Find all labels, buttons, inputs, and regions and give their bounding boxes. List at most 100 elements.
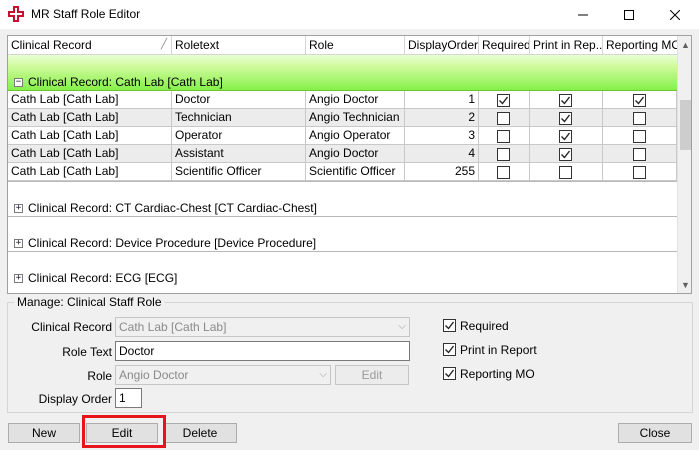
- delete-button[interactable]: Delete: [163, 423, 237, 443]
- print-in-report-label: Print in Report: [460, 343, 537, 357]
- table-row[interactable]: Cath Lab [Cath Lab] Operator Angio Operato…: [8, 127, 677, 145]
- reporting-mo-label: Reporting MO: [460, 367, 535, 381]
- scroll-down-icon[interactable]: ▼: [678, 276, 691, 293]
- check-icon: [499, 96, 509, 105]
- expand-icon[interactable]: +: [14, 204, 23, 213]
- cell-role[interactable]: Angio Doctor: [306, 91, 405, 108]
- minimize-button[interactable]: [560, 0, 606, 29]
- required-checkbox[interactable]: [443, 319, 456, 332]
- print-in-report-cell-checkbox[interactable]: [559, 148, 572, 161]
- clinical-record-label: Clinical Record: [31, 320, 112, 334]
- cell-roletext[interactable]: Doctor: [172, 91, 306, 108]
- cell-record[interactable]: Cath Lab [Cath Lab]: [8, 91, 172, 108]
- required-cell-checkbox[interactable]: [497, 112, 510, 125]
- role-label: Role: [87, 369, 112, 383]
- medical-cross-icon: [8, 6, 24, 22]
- check-icon: [635, 96, 645, 105]
- cell-record[interactable]: Cath Lab [Cath Lab]: [8, 163, 172, 180]
- check-icon: [445, 345, 455, 354]
- print-in-report-cell-checkbox[interactable]: [559, 112, 572, 125]
- column-header-role[interactable]: Role: [306, 36, 405, 55]
- window-title: MR Staff Role Editor: [31, 7, 141, 21]
- group-header-collapsed[interactable]: + Clinical Record: Device Procedure [Dev…: [8, 216, 677, 251]
- required-cell-checkbox[interactable]: [497, 94, 510, 107]
- table-row[interactable]: Cath Lab [Cath Lab] Doctor Angio Doctor 1: [8, 91, 677, 109]
- column-header-clinical-record[interactable]: Clinical Record ╱: [8, 36, 172, 55]
- print-in-report-checkbox[interactable]: [443, 343, 456, 356]
- new-button[interactable]: New: [8, 423, 80, 443]
- collapse-icon[interactable]: −: [14, 78, 23, 87]
- reporting-mo-checkbox[interactable]: [443, 367, 456, 380]
- print-in-report-cell-checkbox[interactable]: [559, 94, 572, 107]
- close-icon: [670, 9, 680, 20]
- cell-order[interactable]: 1: [405, 91, 479, 108]
- print-in-report-cell-checkbox[interactable]: [559, 166, 572, 179]
- column-header-display-order[interactable]: DisplayOrder: [405, 36, 479, 55]
- table-row[interactable]: Cath Lab [Cath Lab] Assistant Angio Doctor…: [8, 145, 677, 163]
- role-select: Angio Doctor ⌵: [115, 365, 331, 385]
- staff-role-grid[interactable]: Clinical Record ╱ Roletext Role DisplayO…: [7, 35, 692, 294]
- cell-role[interactable]: Angio Operator: [306, 127, 405, 144]
- close-button[interactable]: Close: [618, 423, 692, 443]
- expand-icon[interactable]: +: [14, 274, 23, 283]
- vertical-scrollbar[interactable]: ▲ ▼: [677, 36, 691, 293]
- check-icon: [561, 96, 571, 105]
- cell-order[interactable]: 2: [405, 109, 479, 126]
- check-icon: [445, 369, 455, 378]
- chevron-down-icon: ⌵: [398, 321, 406, 332]
- scroll-up-icon[interactable]: ▲: [678, 36, 691, 53]
- role-text-input[interactable]: Doctor: [115, 341, 410, 361]
- clinical-record-value: Cath Lab [Cath Lab]: [119, 320, 227, 334]
- cell-record[interactable]: Cath Lab [Cath Lab]: [8, 145, 172, 162]
- cell-roletext[interactable]: Assistant: [172, 145, 306, 162]
- maximize-icon: [624, 9, 634, 20]
- display-order-input[interactable]: 1: [115, 388, 142, 408]
- cell-order[interactable]: 255: [405, 163, 479, 180]
- expand-icon[interactable]: +: [14, 239, 23, 248]
- group-label: Clinical Record: ECG [ECG]: [28, 271, 178, 285]
- group-label: Clinical Record: Device Procedure [Devic…: [28, 236, 317, 250]
- check-icon: [561, 114, 571, 123]
- cell-roletext[interactable]: Technician: [172, 109, 306, 126]
- reporting-mo-cell-checkbox[interactable]: [633, 148, 646, 161]
- required-label: Required: [460, 319, 509, 333]
- table-row[interactable]: Cath Lab [Cath Lab] Scientific Officer Sci…: [8, 163, 677, 181]
- cell-record[interactable]: Cath Lab [Cath Lab]: [8, 109, 172, 126]
- required-cell-checkbox[interactable]: [497, 130, 510, 143]
- sort-indicator-icon: ╱: [160, 39, 167, 50]
- cell-roletext[interactable]: Scientific Officer: [172, 163, 306, 180]
- print-in-report-cell-checkbox[interactable]: [559, 130, 572, 143]
- grid-header: Clinical Record ╱ Roletext Role DisplayO…: [8, 36, 677, 55]
- cell-role[interactable]: Angio Technician: [306, 109, 405, 126]
- chevron-down-icon: ⌵: [319, 369, 327, 380]
- cell-order[interactable]: 4: [405, 145, 479, 162]
- title-bar: MR Staff Role Editor: [0, 0, 699, 29]
- table-row[interactable]: Cath Lab [Cath Lab] Technician Angio Techn…: [8, 109, 677, 127]
- reporting-mo-cell-checkbox[interactable]: [633, 130, 646, 143]
- manage-clinical-staff-role-group: Manage: Clinical Staff Role Clinical Rec…: [7, 295, 693, 413]
- reporting-mo-cell-checkbox[interactable]: [633, 166, 646, 179]
- check-icon: [561, 150, 571, 159]
- clinical-record-select: Cath Lab [Cath Lab] ⌵: [115, 317, 410, 337]
- cell-role[interactable]: Scientific Officer: [306, 163, 405, 180]
- column-header-roletext[interactable]: Roletext: [172, 36, 306, 55]
- group-header-collapsed[interactable]: + Clinical Record: ECG [ECG]: [8, 251, 677, 286]
- column-header-print-in-report[interactable]: Print in Rep...: [530, 36, 603, 55]
- cell-record[interactable]: Cath Lab [Cath Lab]: [8, 127, 172, 144]
- group-legend: Manage: Clinical Staff Role: [14, 295, 165, 309]
- group-header-expanded[interactable]: − Clinical Record: Cath Lab [Cath Lab]: [8, 55, 677, 91]
- reporting-mo-cell-checkbox[interactable]: [633, 112, 646, 125]
- group-header-collapsed[interactable]: + Clinical Record: CT Cardiac-Chest [CT …: [8, 181, 677, 216]
- column-header-reporting-mo[interactable]: Reporting MO: [603, 36, 677, 55]
- group-label: Clinical Record: CT Cardiac-Chest [CT Ca…: [28, 201, 317, 215]
- maximize-button[interactable]: [606, 0, 652, 29]
- scrollbar-thumb[interactable]: [680, 100, 691, 150]
- cell-roletext[interactable]: Operator: [172, 127, 306, 144]
- reporting-mo-cell-checkbox[interactable]: [633, 94, 646, 107]
- column-header-required[interactable]: Required: [479, 36, 530, 55]
- required-cell-checkbox[interactable]: [497, 148, 510, 161]
- close-window-button[interactable]: [652, 0, 698, 29]
- required-cell-checkbox[interactable]: [497, 166, 510, 179]
- cell-order[interactable]: 3: [405, 127, 479, 144]
- cell-role[interactable]: Angio Doctor: [306, 145, 405, 162]
